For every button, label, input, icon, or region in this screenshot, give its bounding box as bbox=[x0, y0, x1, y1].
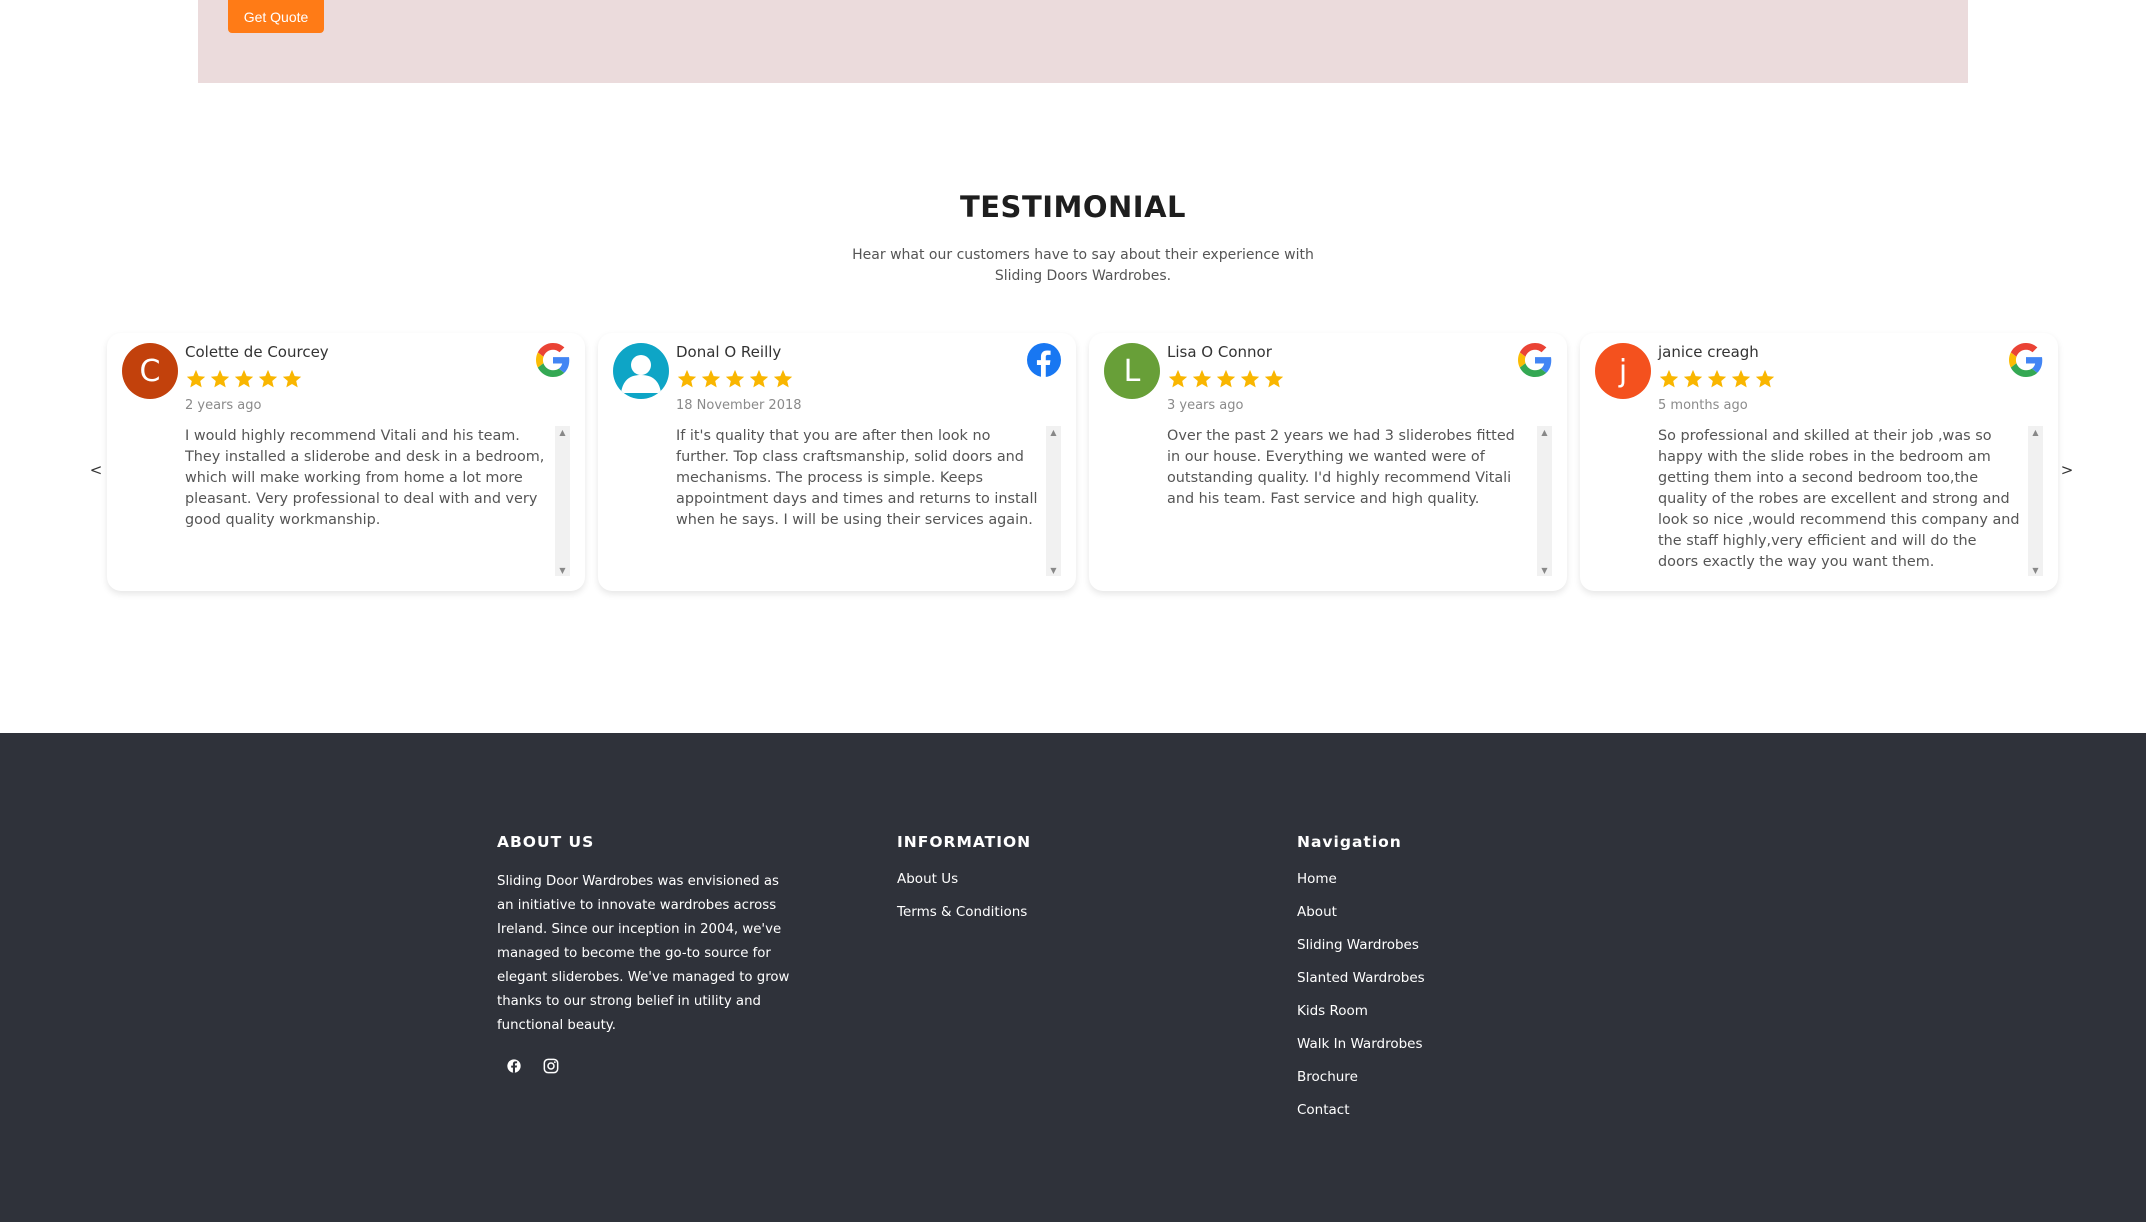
footer-link-terms[interactable]: Terms & Conditions bbox=[897, 904, 1027, 937]
star-icon bbox=[1731, 369, 1751, 388]
star-icon bbox=[725, 369, 745, 388]
scroll-down-icon[interactable]: ▼ bbox=[1046, 564, 1061, 576]
review-text: So professional and skilled at their job… bbox=[1658, 428, 2020, 570]
review-card: C Colette de Courcey 2 years ago I would… bbox=[107, 333, 585, 591]
star-icon bbox=[186, 369, 206, 388]
review-card: L Lisa O Connor 3 years ago Over the pas… bbox=[1089, 333, 1567, 591]
star-icon bbox=[1707, 369, 1727, 388]
star-rating bbox=[676, 368, 794, 394]
star-icon bbox=[1683, 369, 1703, 388]
review-card: j janice creagh 5 months ago So professi… bbox=[1580, 333, 2058, 591]
testimonial-title: TESTIMONIAL bbox=[959, 190, 1187, 224]
review-scrollbar[interactable]: ▲ ▼ bbox=[1046, 426, 1061, 576]
testimonial-subtitle: Hear what our customers have to say abou… bbox=[852, 247, 1314, 284]
review-text: I would highly recommend Vitali and his … bbox=[185, 428, 545, 528]
review-date: 18 November 2018 bbox=[676, 398, 802, 413]
avatar: L bbox=[1104, 343, 1160, 399]
footer-link-about-us[interactable]: About Us bbox=[897, 871, 1027, 904]
google-icon[interactable] bbox=[2009, 343, 2043, 377]
review-card: Donal O Reilly 18 November 2018 If it's … bbox=[598, 333, 1076, 591]
scroll-up-icon[interactable]: ▲ bbox=[555, 426, 570, 438]
star-rating bbox=[1167, 368, 1285, 394]
reviewer-name: Donal O Reilly bbox=[676, 343, 782, 361]
reviewer-name: janice creagh bbox=[1658, 343, 1759, 361]
footer-link-contact[interactable]: Contact bbox=[1297, 1102, 1425, 1135]
instagram-icon[interactable] bbox=[541, 1056, 561, 1076]
star-icon bbox=[210, 369, 230, 388]
scroll-down-icon[interactable]: ▼ bbox=[555, 564, 570, 576]
star-icon bbox=[1240, 369, 1260, 388]
review-scrollbar[interactable]: ▲ ▼ bbox=[555, 426, 570, 576]
star-icon bbox=[1216, 369, 1236, 388]
star-icon bbox=[701, 369, 721, 388]
star-icon bbox=[773, 369, 793, 388]
scroll-down-icon[interactable]: ▼ bbox=[2028, 564, 2043, 576]
reviewer-name: Colette de Courcey bbox=[185, 343, 329, 361]
carousel-next-button[interactable]: > bbox=[2057, 458, 2077, 482]
scroll-up-icon[interactable]: ▲ bbox=[1537, 426, 1552, 438]
carousel-prev-button[interactable]: < bbox=[86, 458, 106, 482]
star-icon bbox=[258, 369, 278, 388]
review-scrollbar[interactable]: ▲ ▼ bbox=[1537, 426, 1552, 576]
footer-link-home[interactable]: Home bbox=[1297, 871, 1425, 904]
facebook-icon[interactable] bbox=[504, 1056, 524, 1076]
star-rating bbox=[185, 368, 303, 394]
footer-link-brochure[interactable]: Brochure bbox=[1297, 1069, 1425, 1102]
review-text: If it's quality that you are after then … bbox=[676, 428, 1038, 528]
user-silhouette-icon bbox=[621, 355, 661, 393]
about-text: Sliding Door Wardrobes was envisioned as… bbox=[497, 874, 790, 1033]
star-icon bbox=[1168, 369, 1188, 388]
scroll-down-icon[interactable]: ▼ bbox=[1537, 564, 1552, 576]
facebook-icon[interactable] bbox=[1027, 343, 1061, 377]
star-icon bbox=[234, 369, 254, 388]
avatar: C bbox=[122, 343, 178, 399]
footer-link-slanted-wardrobes[interactable]: Slanted Wardrobes bbox=[1297, 970, 1425, 1003]
get-quote-button[interactable]: Get Quote bbox=[228, 0, 324, 33]
avatar bbox=[613, 343, 669, 399]
star-icon bbox=[749, 369, 769, 388]
cta-band: Get Quote bbox=[198, 0, 1968, 83]
information-heading: INFORMATION bbox=[897, 833, 1032, 851]
footer-link-sliding-wardrobes[interactable]: Sliding Wardrobes bbox=[1297, 937, 1425, 970]
about-heading: ABOUT US bbox=[497, 833, 595, 851]
review-scrollbar[interactable]: ▲ ▼ bbox=[2028, 426, 2043, 576]
google-icon[interactable] bbox=[1518, 343, 1552, 377]
star-icon bbox=[1192, 369, 1212, 388]
scroll-up-icon[interactable]: ▲ bbox=[2028, 426, 2043, 438]
star-icon bbox=[282, 369, 302, 388]
google-icon[interactable] bbox=[536, 343, 570, 377]
star-icon bbox=[677, 369, 697, 388]
star-icon bbox=[1755, 369, 1775, 388]
footer-link-about[interactable]: About bbox=[1297, 904, 1425, 937]
scroll-up-icon[interactable]: ▲ bbox=[1046, 426, 1061, 438]
star-icon bbox=[1264, 369, 1284, 388]
navigation-links: Home About Sliding Wardrobes Slanted War… bbox=[1297, 871, 1425, 1135]
site-footer: ABOUT US Sliding Door Wardrobes was envi… bbox=[0, 733, 2146, 1222]
review-text: Over the past 2 years we had 3 sliderobe… bbox=[1167, 428, 1515, 507]
star-icon bbox=[1659, 369, 1679, 388]
information-links: About Us Terms & Conditions bbox=[897, 871, 1027, 937]
review-date: 3 years ago bbox=[1167, 398, 1244, 413]
navigation-heading: Navigation bbox=[1297, 833, 1402, 851]
review-date: 5 months ago bbox=[1658, 398, 1748, 413]
reviewer-name: Lisa O Connor bbox=[1167, 343, 1272, 361]
footer-link-kids-room[interactable]: Kids Room bbox=[1297, 1003, 1425, 1036]
review-date: 2 years ago bbox=[185, 398, 262, 413]
star-rating bbox=[1658, 368, 1776, 394]
avatar: j bbox=[1595, 343, 1651, 399]
footer-link-walk-in-wardrobes[interactable]: Walk In Wardrobes bbox=[1297, 1036, 1425, 1069]
